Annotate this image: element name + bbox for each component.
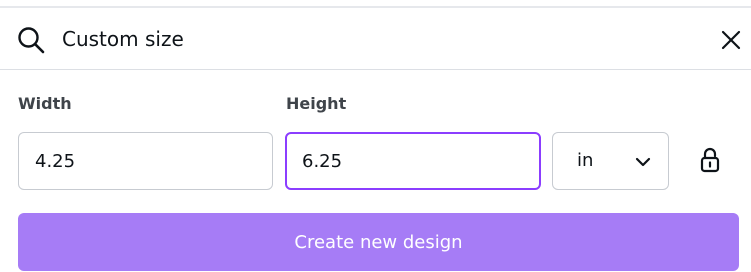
chevron-down-icon bbox=[635, 157, 651, 167]
unit-dropdown[interactable]: in bbox=[552, 132, 669, 190]
close-icon[interactable] bbox=[719, 28, 743, 52]
height-input[interactable] bbox=[302, 134, 522, 188]
create-new-design-button[interactable]: Create new design bbox=[18, 213, 739, 271]
search-input[interactable] bbox=[62, 22, 662, 56]
search-icon bbox=[18, 27, 45, 54]
unit-selected-value: in bbox=[577, 150, 594, 171]
height-field[interactable] bbox=[285, 132, 541, 190]
width-label: Width bbox=[18, 94, 72, 113]
search-bar bbox=[0, 8, 751, 70]
width-field[interactable] bbox=[18, 132, 273, 190]
height-label: Height bbox=[286, 94, 347, 113]
width-input[interactable] bbox=[35, 133, 256, 189]
lock-icon[interactable] bbox=[697, 145, 723, 175]
